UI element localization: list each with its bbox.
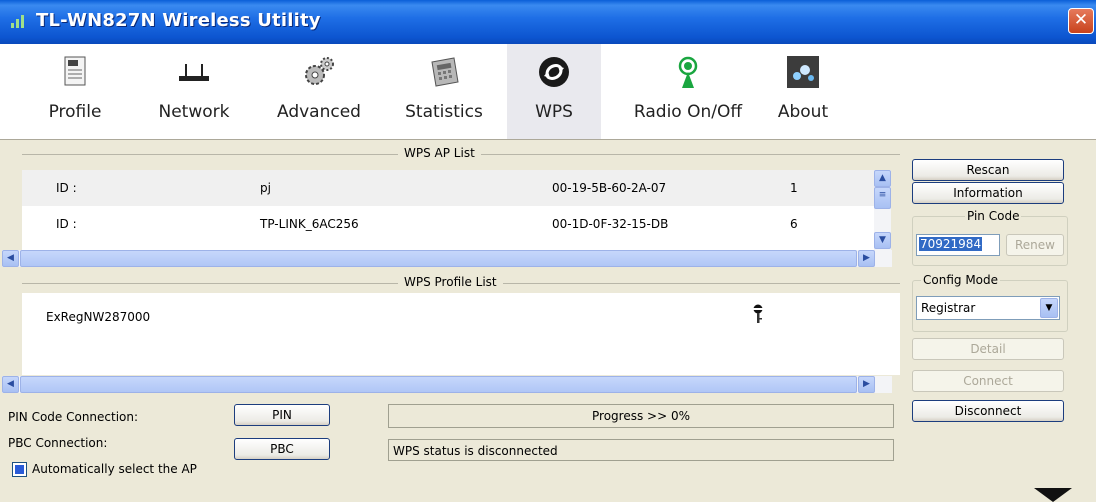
scroll-down-button[interactable]: ▼ <box>874 232 891 249</box>
pbc-button[interactable]: PBC <box>234 438 330 460</box>
ap-list-title: WPS AP List <box>398 146 481 160</box>
tab-advanced[interactable]: Advanced <box>266 44 372 139</box>
close-button[interactable]: ✕ <box>1068 8 1094 34</box>
information-button[interactable]: Information <box>912 182 1064 204</box>
ap-id-label: ID : <box>56 217 77 231</box>
profile-list-title: WPS Profile List <box>398 275 503 289</box>
scroll-up-button[interactable]: ▲ <box>874 170 891 187</box>
detail-button[interactable]: Detail <box>912 338 1064 360</box>
wps-icon <box>539 57 569 87</box>
tab-profile[interactable]: Profile <box>30 44 120 139</box>
profile-name[interactable]: ExRegNW287000 <box>46 310 150 324</box>
ap-list[interactable]: ID : pj 00-19-5B-60-2A-07 1 ID : TP-LINK… <box>22 170 874 250</box>
scroll-left-button[interactable]: ◀ <box>2 376 19 393</box>
tab-wps-label: WPS <box>535 102 573 122</box>
auto-select-label: Automatically select the AP <box>32 462 197 476</box>
pin-button[interactable]: PIN <box>234 404 330 426</box>
ap-row[interactable]: ID : TP-LINK_6AC256 00-1D-0F-32-15-DB 6 <box>22 206 874 242</box>
status-text: WPS status is disconnected <box>393 444 558 458</box>
key-icon <box>753 304 763 323</box>
pin-connection-label: PIN Code Connection: <box>8 410 139 424</box>
config-mode-value: Registrar <box>921 301 976 315</box>
tab-profile-label: Profile <box>48 102 102 122</box>
tab-network-label: Network <box>158 102 230 122</box>
tab-advanced-label: Advanced <box>277 102 361 122</box>
ap-ssid: TP-LINK_6AC256 <box>260 217 359 231</box>
progress-text: Progress >> 0% <box>592 409 690 423</box>
network-icon <box>179 64 209 81</box>
renew-button[interactable]: Renew <box>1006 234 1064 256</box>
tab-about[interactable]: About <box>770 44 836 139</box>
status-box: WPS status is disconnected <box>388 439 894 461</box>
hscroll-thumb[interactable] <box>20 376 857 393</box>
app-signal-icon <box>11 15 24 28</box>
config-mode-label: Config Mode <box>921 273 1001 287</box>
profile-icon <box>64 56 86 86</box>
tab-statistics-label: Statistics <box>405 102 483 122</box>
config-mode-select[interactable]: Registrar ▼ <box>916 296 1060 320</box>
profile-list-hscroll[interactable]: ◀ ▶ <box>2 376 892 393</box>
scroll-right-button[interactable]: ▶ <box>858 376 875 393</box>
tab-statistics[interactable]: Statistics <box>392 44 496 139</box>
ap-channel: 1 <box>790 181 798 195</box>
ap-id-label: ID : <box>56 181 77 195</box>
scroll-thumb[interactable]: ≡ <box>874 187 891 209</box>
pin-code-field[interactable]: 70921984 <box>916 234 1000 256</box>
progress-box: Progress >> 0% <box>388 404 894 428</box>
pin-code-value: 70921984 <box>919 237 983 251</box>
pbc-connection-label: PBC Connection: <box>8 436 108 450</box>
tab-about-label: About <box>777 102 829 122</box>
radio-antenna-icon <box>678 56 698 88</box>
auto-select-checkbox[interactable] <box>12 462 27 477</box>
title-bar: TL-WN827N Wireless Utility ✕ <box>0 0 1096 44</box>
window-title: TL-WN827N Wireless Utility <box>36 10 321 31</box>
ap-list-vscroll[interactable]: ▲ ≡ ▼ <box>874 170 891 250</box>
scroll-left-button[interactable]: ◀ <box>2 250 19 267</box>
pin-code-label: Pin Code <box>965 209 1022 223</box>
profile-list[interactable]: ExRegNW287000 <box>22 293 900 375</box>
about-icon <box>787 56 819 88</box>
checkbox-fill <box>15 465 24 474</box>
ap-list-hscroll[interactable]: ◀ ▶ <box>2 250 892 267</box>
scroll-right-button[interactable]: ▶ <box>858 250 875 267</box>
disconnect-button[interactable]: Disconnect <box>912 400 1064 422</box>
statistics-icon <box>431 57 459 87</box>
toolbar: Profile Network Advanced Statistics WPS … <box>0 44 1096 140</box>
tab-network[interactable]: Network <box>146 44 242 139</box>
expand-down-icon[interactable] <box>1034 486 1072 502</box>
tab-radio-label: Radio On/Off <box>633 102 743 122</box>
ap-row[interactable]: ID : pj 00-19-5B-60-2A-07 1 <box>22 170 874 206</box>
ap-ssid: pj <box>260 181 271 195</box>
hscroll-thumb[interactable] <box>20 250 857 267</box>
chevron-down-icon[interactable]: ▼ <box>1040 298 1058 318</box>
tab-wps[interactable]: WPS <box>507 44 601 139</box>
advanced-gear-icon <box>305 57 334 85</box>
ap-bssid: 00-19-5B-60-2A-07 <box>552 181 667 195</box>
ap-channel: 6 <box>790 217 798 231</box>
tab-radio-on-off[interactable]: Radio On/Off <box>620 44 756 139</box>
rescan-button[interactable]: Rescan <box>912 159 1064 181</box>
connect-button[interactable]: Connect <box>912 370 1064 392</box>
ap-bssid: 00-1D-0F-32-15-DB <box>552 217 669 231</box>
